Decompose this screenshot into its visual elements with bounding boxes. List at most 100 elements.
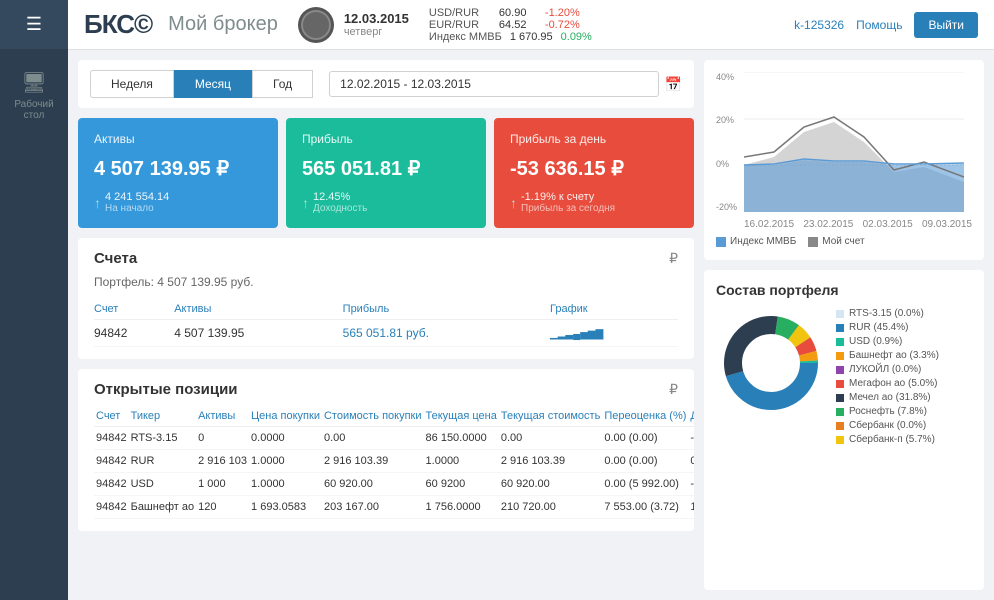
sidebar-item-desktop[interactable]: 🖥 Рабочий стол bbox=[0, 58, 68, 133]
table-row: 94842 USD 1 000 1.0000 60 920.00 60 9200… bbox=[94, 473, 694, 496]
period-btn-year[interactable]: Год bbox=[252, 70, 313, 98]
card-value-profit: 565 051.81 ₽ bbox=[302, 156, 470, 181]
left-panel: Неделя Месяц Год 📅 Активы 4 507 139.95 ₽… bbox=[78, 60, 694, 590]
donut-svg bbox=[716, 308, 826, 418]
pos-cell-cur-price: 1.0000 bbox=[424, 450, 499, 473]
x-label-3: 09.03.2015 bbox=[922, 219, 972, 230]
pos-col-buy-price: Цена покупки bbox=[249, 406, 322, 427]
portfolio-total: Портфель: 4 507 139.95 руб. bbox=[94, 275, 678, 289]
hamburger-icon: ☰ bbox=[26, 14, 42, 35]
pos-cell-buy-price: 1.0000 bbox=[249, 473, 322, 496]
y-label-40: 40% bbox=[716, 72, 737, 82]
positions-table-header-row: Счет Тикер Активы Цена покупки Стоимость… bbox=[94, 406, 694, 427]
pos-col-cur-price: Текущая цена bbox=[424, 406, 499, 427]
pos-cell-cur-cost: 60 920.00 bbox=[499, 473, 602, 496]
pos-cell-assets: 2 916 103 bbox=[196, 450, 249, 473]
legend-item-mmvb: Индекс ММВБ bbox=[716, 236, 796, 247]
positions-table: Счет Тикер Активы Цена покупки Стоимость… bbox=[94, 406, 694, 519]
table-row: 94842 4 507 139.95 565 051.81 руб. ▁▂▃▄▅… bbox=[94, 320, 678, 347]
up-arrow-day-profit: ↑ bbox=[510, 195, 517, 211]
logout-button[interactable]: Выйти bbox=[914, 12, 978, 38]
clock-icon bbox=[298, 7, 334, 43]
accounts-header: Счета ₽ bbox=[94, 250, 678, 267]
legend-dot-myaccount bbox=[808, 237, 818, 247]
period-btn-week[interactable]: Неделя bbox=[90, 70, 174, 98]
help-link[interactable]: Помощь bbox=[856, 18, 902, 32]
legend-label: USD (0.9%) bbox=[849, 336, 902, 347]
stat-card-profit: Прибыль 565 051.81 ₽ ↑ 12.45% Доходность bbox=[286, 118, 486, 228]
card-sub-day-profit: ↑ -1.19% к счету Прибыль за сегодня bbox=[510, 191, 678, 214]
rate-row-usd: USD/RUR 60.90 -1.20% bbox=[429, 7, 592, 19]
pos-cell-reeval: 0.00 (0.00) bbox=[602, 450, 688, 473]
pos-col-assets: Активы bbox=[196, 406, 249, 427]
pos-cell-assets: 120 bbox=[196, 496, 249, 519]
pos-cell-day-profit: 0.00 (0.00) bbox=[688, 450, 694, 473]
card-title-assets: Активы bbox=[94, 132, 262, 146]
positions-section: Открытые позиции ₽ Счет Тикер Активы Цен… bbox=[78, 369, 694, 531]
rate-value-usd: 60.90 bbox=[499, 7, 537, 19]
card-sub-value-day-profit: -1.19% к счету bbox=[521, 191, 615, 203]
sidebar-item-label: Рабочий стол bbox=[4, 99, 64, 121]
col-header-assets: Активы bbox=[174, 299, 342, 320]
legend-dot-mmvb bbox=[716, 237, 726, 247]
table-row: 94842 RUR 2 916 103 1.0000 2 916 103.39 … bbox=[94, 450, 694, 473]
pos-cell-assets: 0 bbox=[196, 427, 249, 450]
card-sub-value-profit: 12.45% bbox=[313, 191, 367, 203]
card-sub-profit: ↑ 12.45% Доходность bbox=[302, 191, 470, 214]
y-label-20: 20% bbox=[716, 115, 737, 125]
col-header-chart: График bbox=[550, 299, 678, 320]
legend-row: Мегафон ао (5.0%) bbox=[836, 378, 939, 389]
pos-cell-account: 94842 bbox=[94, 450, 129, 473]
legend-row: Сбербанк (0.0%) bbox=[836, 420, 939, 431]
pos-col-ticker: Тикер bbox=[129, 406, 197, 427]
card-sub-label-day-profit: Прибыль за сегодня bbox=[521, 203, 615, 214]
chart-section: 40% 20% 0% -20% bbox=[704, 60, 984, 260]
portfolio-section: Состав портфеля bbox=[704, 270, 984, 590]
profit-link[interactable]: 565 051.81 руб. bbox=[343, 326, 429, 340]
pos-cell-day-profit: -720.00 (-0.02) bbox=[688, 473, 694, 496]
card-title-profit: Прибыль bbox=[302, 132, 470, 146]
legend-color-dot bbox=[836, 352, 844, 360]
legend-color-dot bbox=[836, 436, 844, 444]
pos-cell-account: 94842 bbox=[94, 473, 129, 496]
date-range-input[interactable] bbox=[329, 71, 658, 97]
pos-col-account: Счет bbox=[94, 406, 129, 427]
rate-row-eur: EUR/RUR 64.52 -0.72% bbox=[429, 19, 592, 31]
period-btn-month[interactable]: Месяц bbox=[174, 70, 252, 98]
y-labels: 40% 20% 0% -20% bbox=[716, 72, 737, 212]
x-label-2: 02.03.2015 bbox=[863, 219, 913, 230]
y-label-neg20: -20% bbox=[716, 202, 737, 212]
pos-col-cur-cost: Текущая стоимость bbox=[499, 406, 602, 427]
pos-cell-account: 94842 bbox=[94, 427, 129, 450]
clock-face bbox=[301, 10, 331, 40]
legend-row: ЛУКОЙЛ (0.0%) bbox=[836, 364, 939, 375]
stats-row: Активы 4 507 139.95 ₽ ↑ 4 241 554.14 На … bbox=[78, 118, 694, 228]
col-header-profit: Прибыль bbox=[343, 299, 550, 320]
legend-row: Роснефть (7.8%) bbox=[836, 406, 939, 417]
legend-label: ЛУКОЙЛ (0.0%) bbox=[849, 364, 921, 375]
legend-label: Мечел ао (31.8%) bbox=[849, 392, 931, 403]
rate-change-eur: -0.72% bbox=[545, 19, 580, 31]
legend-label-mmvb: Индекс ММВБ bbox=[730, 236, 796, 247]
legend-label: Сбербанк-п (5.7%) bbox=[849, 434, 935, 445]
pos-cell-buy-cost: 60 920.00 bbox=[322, 473, 424, 496]
legend-color-dot bbox=[836, 366, 844, 374]
legend-item-myaccount: Мой счет bbox=[808, 236, 864, 247]
legend-row: Мечел ао (31.8%) bbox=[836, 392, 939, 403]
up-arrow-assets: ↑ bbox=[94, 195, 101, 211]
card-title-day-profit: Прибыль за день bbox=[510, 132, 678, 146]
pos-cell-ticker: Башнефт ао bbox=[129, 496, 197, 519]
user-link[interactable]: k-125326 bbox=[794, 18, 844, 32]
menu-button[interactable]: ☰ bbox=[0, 0, 68, 50]
cell-chart: ▁▂▃▄▅▆▇ bbox=[550, 320, 678, 347]
calendar-icon[interactable]: 📅 bbox=[665, 76, 682, 93]
cell-assets: 4 507 139.95 bbox=[174, 320, 342, 347]
legend-row: RTS-3.15 (0.0%) bbox=[836, 308, 939, 319]
stat-card-assets: Активы 4 507 139.95 ₽ ↑ 4 241 554.14 На … bbox=[78, 118, 278, 228]
card-sub-assets: ↑ 4 241 554.14 На начало bbox=[94, 191, 262, 214]
rate-label-usd: USD/RUR bbox=[429, 7, 491, 19]
chart-svg bbox=[744, 72, 964, 212]
chart-x-labels: 16.02.2015 23.02.2015 02.03.2015 09.03.2… bbox=[744, 219, 972, 230]
legend-label-myaccount: Мой счет bbox=[822, 236, 864, 247]
right-panel: 40% 20% 0% -20% bbox=[704, 60, 984, 590]
